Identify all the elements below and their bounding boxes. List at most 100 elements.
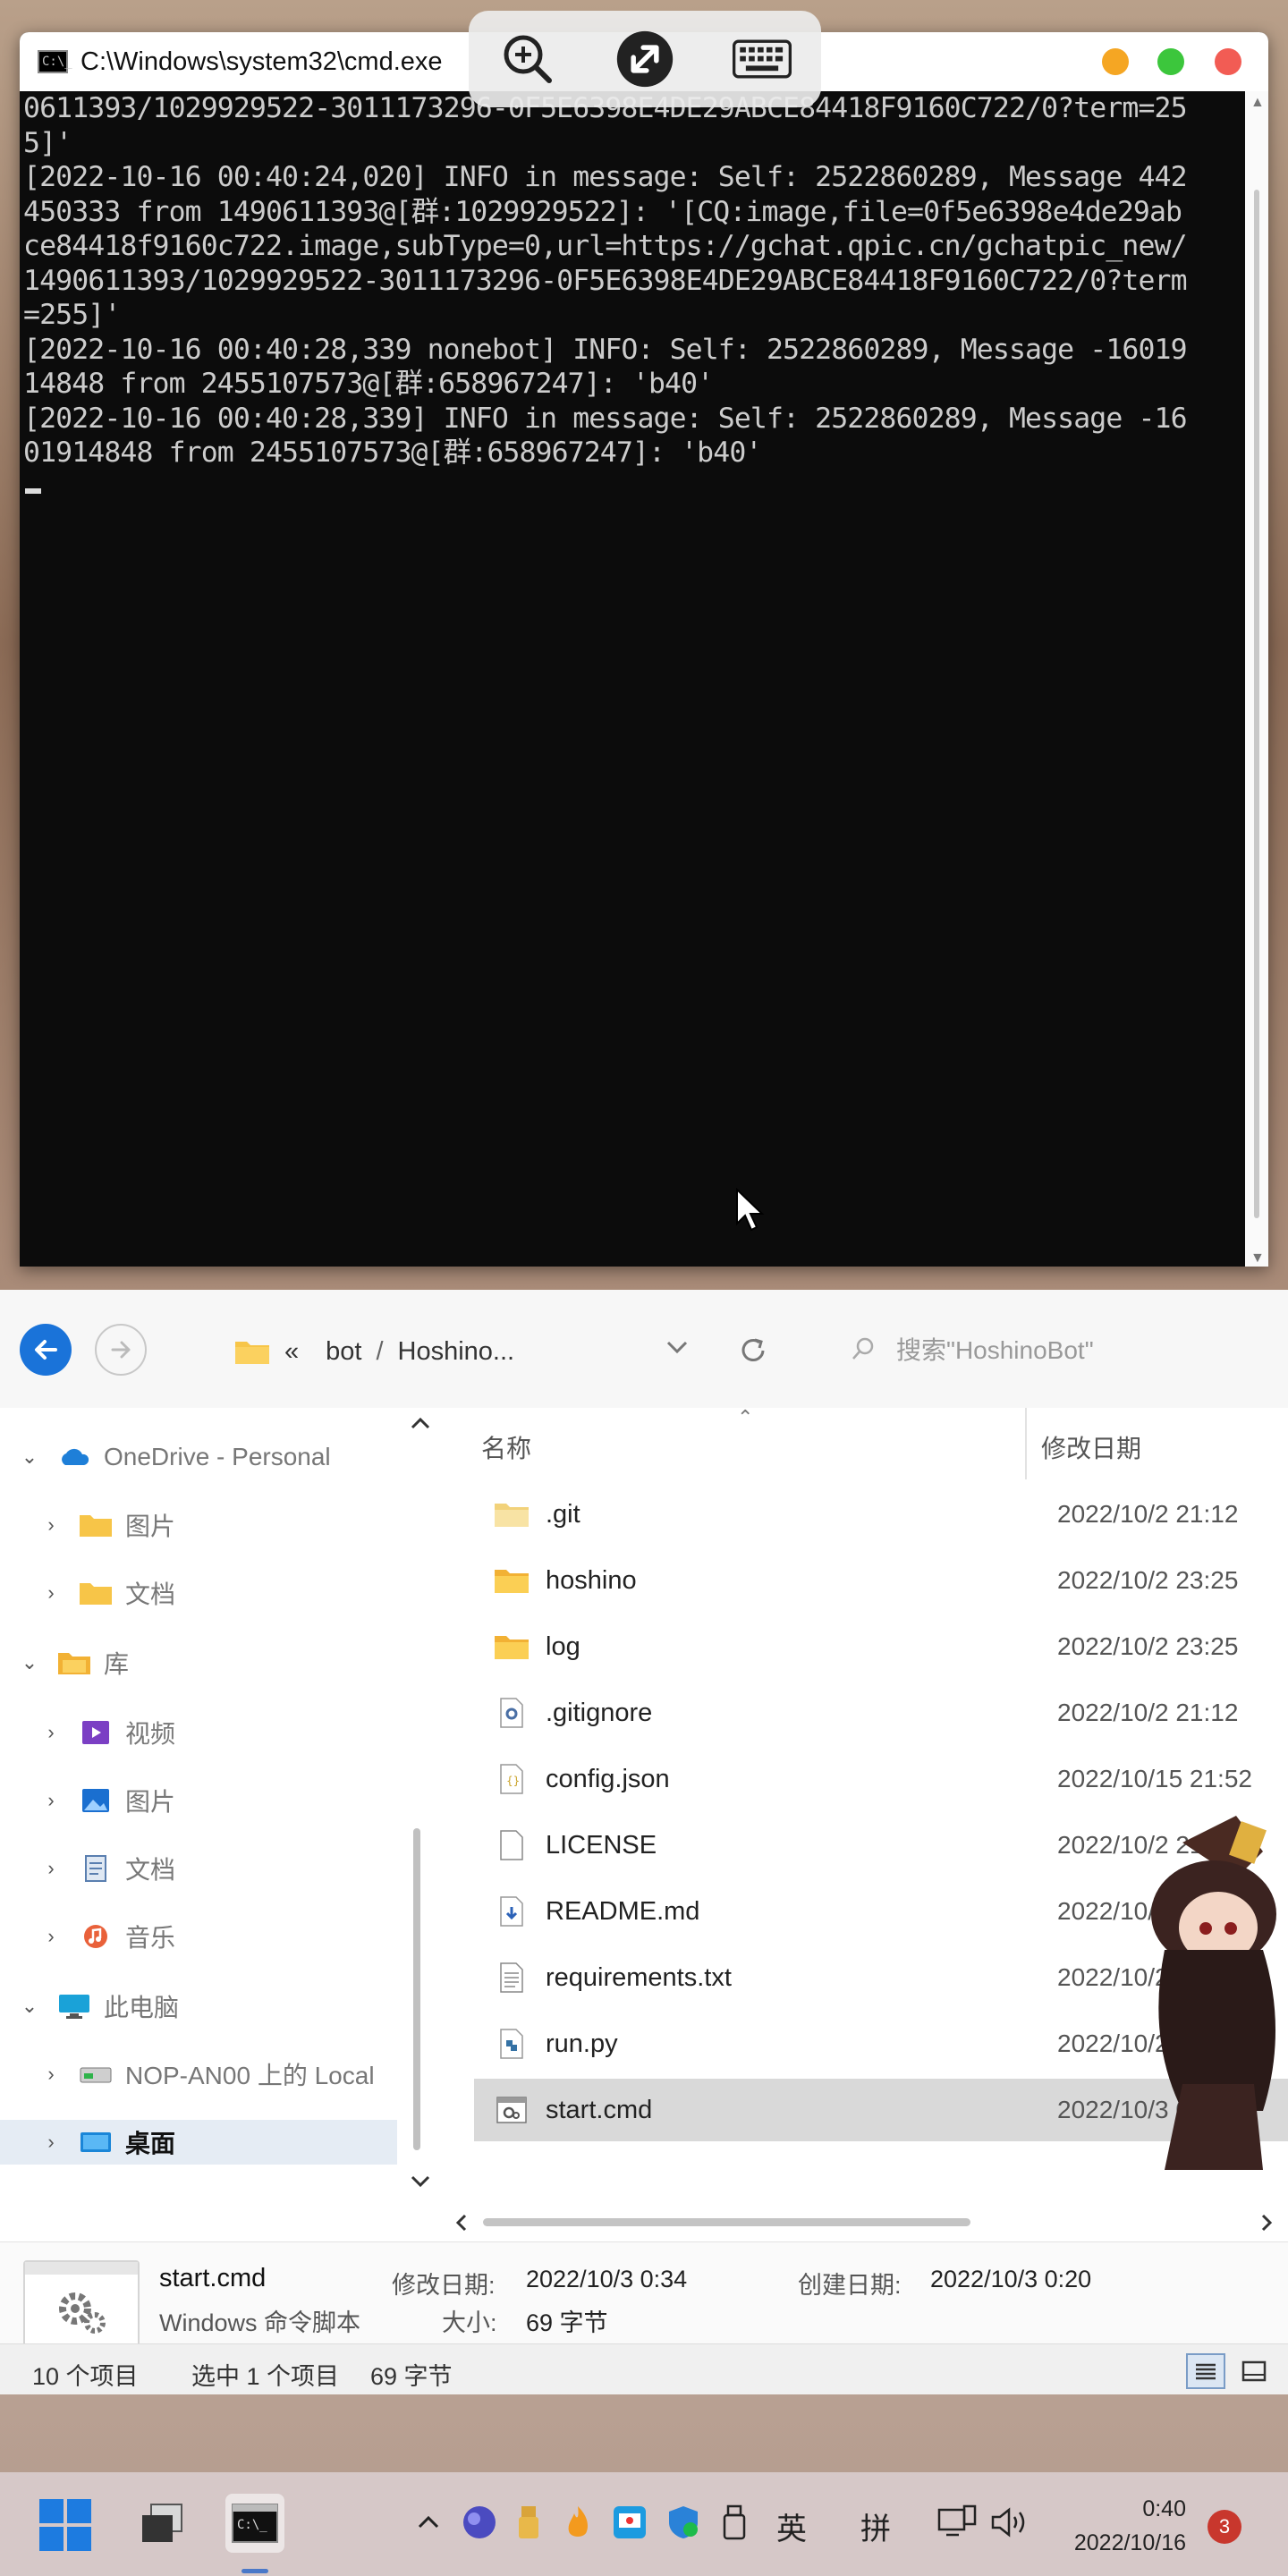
nav-item-lib-documents[interactable]: › 文档 [38, 1846, 175, 1891]
file-explorer-window[interactable]: « bot / Hoshino... 搜索"HoshinoBot" ⌄ OneD… [0, 1290, 1288, 2394]
chevron-down-icon[interactable]: ⌄ [16, 1445, 43, 1469]
nav-item-this-pc[interactable]: ⌄ 此电脑 [16, 1984, 179, 2029]
nav-item-music[interactable]: › 音乐 [38, 1914, 175, 1959]
breadcrumb-overflow[interactable]: « [284, 1337, 299, 1367]
chevron-right-icon[interactable]: › [38, 2131, 64, 2154]
network-app-icon[interactable] [612, 2504, 648, 2548]
console-line: [2022-10-16 00:40:28,339] INFO in messag… [23, 402, 1188, 435]
scroll-up-icon[interactable]: ▲ [1250, 95, 1265, 111]
file-row[interactable]: .git 2022/10/2 21:12 [474, 1483, 1288, 1546]
file-name: requirements.txt [546, 1962, 732, 1992]
chevron-down-icon[interactable] [665, 1338, 689, 1360]
details-pane: start.cmd Windows 命令脚本 修改日期: 2022/10/3 0… [0, 2241, 1288, 2359]
file-row[interactable]: .gitignore 2022/10/2 21:12 [474, 1682, 1288, 1744]
task-view-icon[interactable] [132, 2494, 191, 2553]
nav-item-libraries[interactable]: ⌄ 库 [16, 1640, 129, 1685]
chevron-right-icon[interactable] [1259, 2213, 1274, 2233]
remote-toolbar [469, 11, 821, 107]
back-button[interactable] [20, 1324, 72, 1376]
nav-item-onedrive[interactable]: ⌄ OneDrive - Personal [16, 1435, 331, 1479]
keyboard-icon[interactable] [733, 30, 792, 89]
maximize-button[interactable] [1157, 48, 1184, 75]
file-name: README.md [546, 1896, 700, 1926]
details-view-icon[interactable] [1186, 2353, 1225, 2389]
chevron-down-icon[interactable] [410, 2174, 431, 2190]
cmd-vertical-scrollbar[interactable]: ▲ ▼ [1245, 91, 1268, 1267]
scroll-thumb[interactable] [483, 2218, 970, 2226]
address-bar[interactable]: « bot / Hoshino... [234, 1329, 514, 1374]
scroll-down-icon[interactable]: ▼ [1250, 1250, 1265, 1267]
folder-icon [494, 1499, 530, 1530]
nav-item-pictures[interactable]: › 图片 [38, 1503, 175, 1547]
horizontal-scrollbar[interactable] [0, 2204, 1288, 2241]
zoom-in-icon[interactable] [498, 30, 557, 89]
column-modified[interactable]: 修改日期 [1041, 1429, 1141, 1465]
shield-icon[interactable] [665, 2504, 701, 2548]
console-line: 01914848 from 2455107573@[群:658967247]: … [23, 436, 762, 469]
chevron-up-icon[interactable] [410, 1415, 431, 1431]
scroll-thumb[interactable] [413, 1828, 420, 2150]
input-method-pinyin[interactable]: 拼 [860, 2504, 891, 2548]
chevron-left-icon[interactable] [454, 2213, 469, 2233]
nav-pane-scrollbar[interactable] [408, 1408, 436, 2204]
folder-icon [494, 1631, 530, 1662]
chevron-up-icon[interactable] [417, 2504, 440, 2539]
navigation-pane[interactable]: ⌄ OneDrive - Personal › 图片 › 文档 ⌄ 库 › 视频… [0, 1408, 436, 2204]
chevron-down-icon[interactable]: ⌄ [16, 1651, 43, 1674]
console-line: [2022-10-16 00:40:24,020] INFO in messag… [23, 161, 1188, 193]
file-row[interactable]: log 2022/10/2 23:25 [474, 1615, 1288, 1678]
refresh-icon[interactable] [737, 1335, 769, 1371]
close-button[interactable] [1215, 48, 1241, 75]
chevron-right-icon[interactable]: › [38, 2063, 64, 2086]
python-file-icon [494, 2029, 530, 2059]
nav-item-phone-drive[interactable]: › NOP-AN00 上的 Local [38, 2052, 374, 2097]
removable-drive-icon[interactable] [721, 2504, 748, 2548]
file-row[interactable]: hoshino 2022/10/2 23:25 [474, 1549, 1288, 1612]
chevron-down-icon[interactable]: ⌄ [16, 1995, 43, 2018]
nav-item-documents[interactable]: › 文档 [38, 1571, 175, 1615]
input-language-en[interactable]: 英 [776, 2504, 807, 2548]
usb-icon[interactable] [515, 2504, 542, 2548]
scroll-thumb[interactable] [1254, 190, 1259, 1218]
column-divider[interactable] [1025, 1408, 1027, 1479]
nav-item-videos[interactable]: › 视频 [38, 1710, 175, 1755]
detail-size-label: 大小: [442, 2309, 497, 2336]
breadcrumb-bot[interactable]: bot [326, 1337, 361, 1367]
chevron-right-icon[interactable]: › [38, 1857, 64, 1880]
chevron-right-icon[interactable]: › [38, 1925, 64, 1948]
cmd-window[interactable]: C:\_ C:\Windows\system32\cmd.exe 0611393… [20, 32, 1268, 1267]
console-output[interactable]: 0611393/1029929522-3011173296-0F5E6398E4… [20, 91, 1268, 1267]
text-file-icon [494, 1962, 530, 1993]
nav-item-desktop[interactable]: › 桌面 [0, 2120, 397, 2165]
large-icons-view-icon[interactable] [1234, 2353, 1274, 2389]
windows-start-icon[interactable] [39, 2499, 91, 2555]
tray-app-icon[interactable] [462, 2504, 497, 2548]
remote-desktop-icon[interactable] [615, 30, 674, 89]
breadcrumb-hoshino[interactable]: Hoshino... [398, 1337, 515, 1367]
nav-label: 此电脑 [104, 1994, 180, 2021]
chevron-right-icon[interactable]: › [38, 1513, 64, 1537]
system-clock[interactable]: 0:40 2022/10/16 [1061, 2492, 1186, 2560]
cloud-icon [62, 1448, 89, 1465]
status-bar: 10 个项目 选中 1 个项目 69 字节 [0, 2343, 1288, 2394]
network-icon[interactable] [937, 2504, 979, 2548]
chevron-right-icon[interactable]: › [38, 1721, 64, 1744]
file-row[interactable]: {} config.json 2022/10/15 21:52 [474, 1748, 1288, 1810]
flame-security-icon[interactable] [562, 2504, 594, 2548]
search-box[interactable]: 搜索"HoshinoBot" [850, 1331, 1094, 1367]
search-icon [852, 1337, 874, 1360]
cmd-taskbar-icon[interactable]: C:\_ [225, 2494, 284, 2553]
minimize-button[interactable] [1102, 48, 1129, 75]
item-count: 10 个项目 [32, 2363, 139, 2390]
console-line: =255]' [23, 299, 121, 331]
blank-file-icon [494, 1830, 530, 1860]
file-date: 2022/10/2 23:25 [1057, 1632, 1239, 1660]
chevron-right-icon[interactable]: › [38, 1581, 64, 1605]
volume-icon[interactable] [989, 2504, 1030, 2548]
svg-text:C:\_: C:\_ [237, 2518, 267, 2532]
nav-item-lib-pictures[interactable]: › 图片 [38, 1778, 175, 1823]
column-name[interactable]: 名称 [481, 1429, 531, 1465]
notification-badge[interactable]: 3 [1208, 2510, 1241, 2544]
forward-button[interactable] [95, 1324, 147, 1376]
chevron-right-icon[interactable]: › [38, 1789, 64, 1812]
